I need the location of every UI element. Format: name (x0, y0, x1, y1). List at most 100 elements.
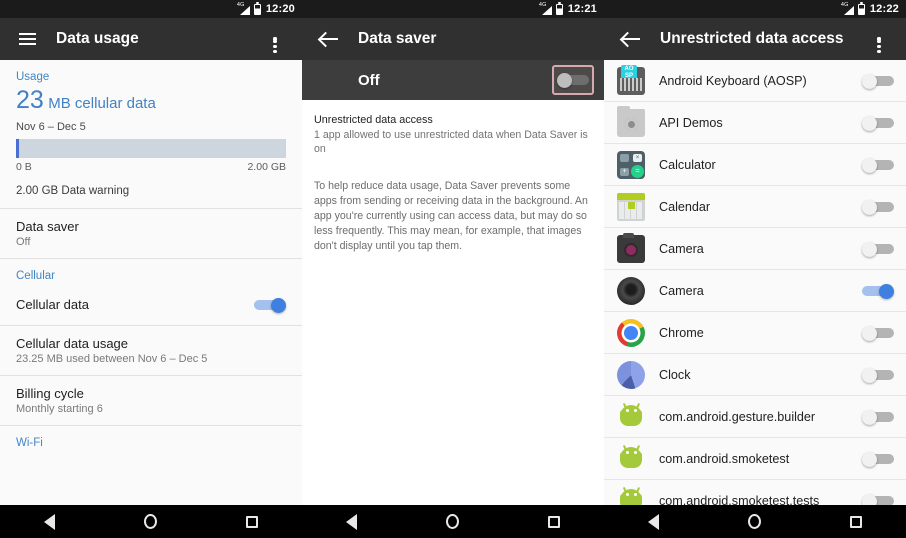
entry-title: Unrestricted data access (314, 114, 433, 126)
nav-bar (302, 505, 604, 538)
app-row[interactable]: Clock (604, 354, 906, 396)
app-row[interactable]: com.android.gesture.builder (604, 396, 906, 438)
usage-bar-wrap (0, 133, 302, 158)
app-unrestricted-toggle[interactable] (862, 157, 894, 173)
app-unrestricted-toggle[interactable] (862, 199, 894, 215)
battery-icon (555, 1, 563, 15)
camera-lens-icon (617, 276, 645, 305)
status-bar: 4G 12:22 (604, 0, 906, 18)
cellular-section-header: Cellular (16, 270, 55, 282)
app-unrestricted-toggle[interactable] (862, 73, 894, 89)
status-time: 12:22 (869, 3, 899, 15)
row-title: Cellular data usage (16, 336, 129, 351)
toolbar: Data usage (0, 18, 302, 60)
app-name: Clock (659, 367, 691, 382)
app-name: Camera (659, 283, 704, 298)
app-unrestricted-toggle[interactable] (862, 409, 894, 425)
panel-data-usage: 4G 12:20 Data usage Usage 23 MB cellular… (0, 0, 302, 538)
app-row[interactable]: AO SP Android Keyboard (AOSP) (604, 60, 906, 102)
app-unrestricted-toggle[interactable] (862, 241, 894, 257)
nav-back-icon[interactable] (346, 513, 358, 530)
app-name: Camera (659, 241, 704, 256)
data-saver-master-switch-bar[interactable]: Off (302, 60, 604, 100)
master-switch-label: Off (358, 71, 380, 89)
three-panel-screenshot: 4G 12:20 Data usage Usage 23 MB cellular… (0, 0, 906, 538)
usage-progress-fill (16, 139, 20, 158)
cellular-data-toggle[interactable] (254, 297, 286, 313)
overflow-menu-icon[interactable] (860, 20, 898, 58)
data-saver-description: To help reduce data usage, Data Saver pr… (314, 179, 588, 252)
row-cellular-data-usage[interactable]: Cellular data usage 23.25 MB used betwee… (0, 326, 302, 375)
nav-recents-icon[interactable] (245, 515, 258, 528)
app-name: Calendar (659, 199, 711, 214)
app-unrestricted-toggle[interactable] (862, 451, 894, 467)
data-saver-toggle[interactable] (557, 73, 589, 88)
battery-icon (857, 1, 865, 15)
status-icons: 4G (841, 1, 865, 15)
usage-number: 23 (16, 86, 44, 114)
back-arrow-icon[interactable] (310, 20, 348, 58)
page-title: Data saver (358, 30, 437, 47)
nav-recents-icon[interactable] (547, 515, 560, 528)
toolbar: Unrestricted data access (604, 18, 906, 60)
nav-bar (604, 505, 906, 538)
master-switch-highlight (552, 65, 594, 95)
data-saver-content: Unrestricted data access 1 app allowed t… (302, 100, 604, 538)
nav-back-icon[interactable] (648, 513, 660, 530)
usage-bar-labels: 0 B 2.00 GB (0, 158, 302, 173)
app-list[interactable]: AO SP Android Keyboard (AOSP) API Demos × + = C… (604, 60, 906, 515)
usage-section-header: Usage (16, 71, 50, 83)
app-row[interactable]: Chrome (604, 312, 906, 354)
app-row[interactable]: com.android.smoketest (604, 438, 906, 480)
app-unrestricted-toggle[interactable] (862, 115, 894, 131)
signal-4g-icon: 4G (539, 2, 552, 15)
page-title: Unrestricted data access (660, 30, 844, 47)
row-cellular-data[interactable]: Cellular data (0, 284, 302, 325)
nav-home-icon[interactable] (445, 514, 459, 529)
usage-total: 23 MB cellular data (0, 85, 302, 115)
app-row[interactable]: × + = Calculator (604, 144, 906, 186)
overflow-menu-icon[interactable] (256, 20, 294, 58)
nav-home-icon[interactable] (143, 514, 157, 529)
chrome-icon (617, 318, 645, 347)
signal-4g-icon: 4G (841, 2, 854, 15)
row-subtitle: Monthly starting 6 (16, 403, 103, 415)
hamburger-menu-icon[interactable] (8, 20, 46, 58)
app-name: API Demos (659, 115, 723, 130)
clock-icon (617, 360, 645, 389)
data-usage-content: Usage 23 MB cellular data Nov 6 – Dec 5 … (0, 60, 302, 515)
usage-progress-bar[interactable] (16, 139, 286, 158)
panel-data-saver: 4G 12:21 Data saver Off Unrestricted dat… (302, 0, 604, 538)
row-data-saver[interactable]: Data saver Off (0, 209, 302, 258)
row-subtitle: 23.25 MB used between Nov 6 – Dec 5 (16, 353, 208, 365)
app-unrestricted-toggle[interactable] (862, 367, 894, 383)
page-title: Data usage (56, 30, 139, 47)
app-unrestricted-toggle[interactable] (862, 283, 894, 299)
calculator-icon: × + = (617, 150, 645, 179)
back-arrow-icon[interactable] (612, 20, 650, 58)
app-row[interactable]: Camera (604, 270, 906, 312)
row-subtitle: Off (16, 236, 31, 248)
app-row[interactable]: Calendar (604, 186, 906, 228)
app-row[interactable]: Camera (604, 228, 906, 270)
nav-recents-icon[interactable] (849, 515, 862, 528)
android-keyboard-icon: AO SP (617, 64, 645, 95)
row-title: Billing cycle (16, 386, 84, 401)
row-title: Data saver (16, 219, 79, 234)
unrestricted-data-access-entry[interactable]: Unrestricted data access 1 app allowed t… (302, 100, 604, 157)
bar-max-label: 2.00 GB (247, 161, 286, 173)
wifi-section-header: Wi-Fi (16, 437, 43, 449)
app-row[interactable]: API Demos (604, 102, 906, 144)
nav-home-icon[interactable] (747, 514, 761, 529)
app-name: Calculator (659, 157, 716, 172)
nav-back-icon[interactable] (44, 513, 56, 530)
row-billing-cycle[interactable]: Billing cycle Monthly starting 6 (0, 376, 302, 425)
toolbar: Data saver (302, 18, 604, 60)
status-bar: 4G 12:21 (302, 0, 604, 18)
android-robot-icon (617, 402, 645, 431)
status-icons: 4G (539, 1, 563, 15)
status-bar: 4G 12:20 (0, 0, 302, 18)
android-robot-icon (617, 444, 645, 473)
usage-unit: MB cellular data (48, 95, 156, 112)
app-unrestricted-toggle[interactable] (862, 325, 894, 341)
